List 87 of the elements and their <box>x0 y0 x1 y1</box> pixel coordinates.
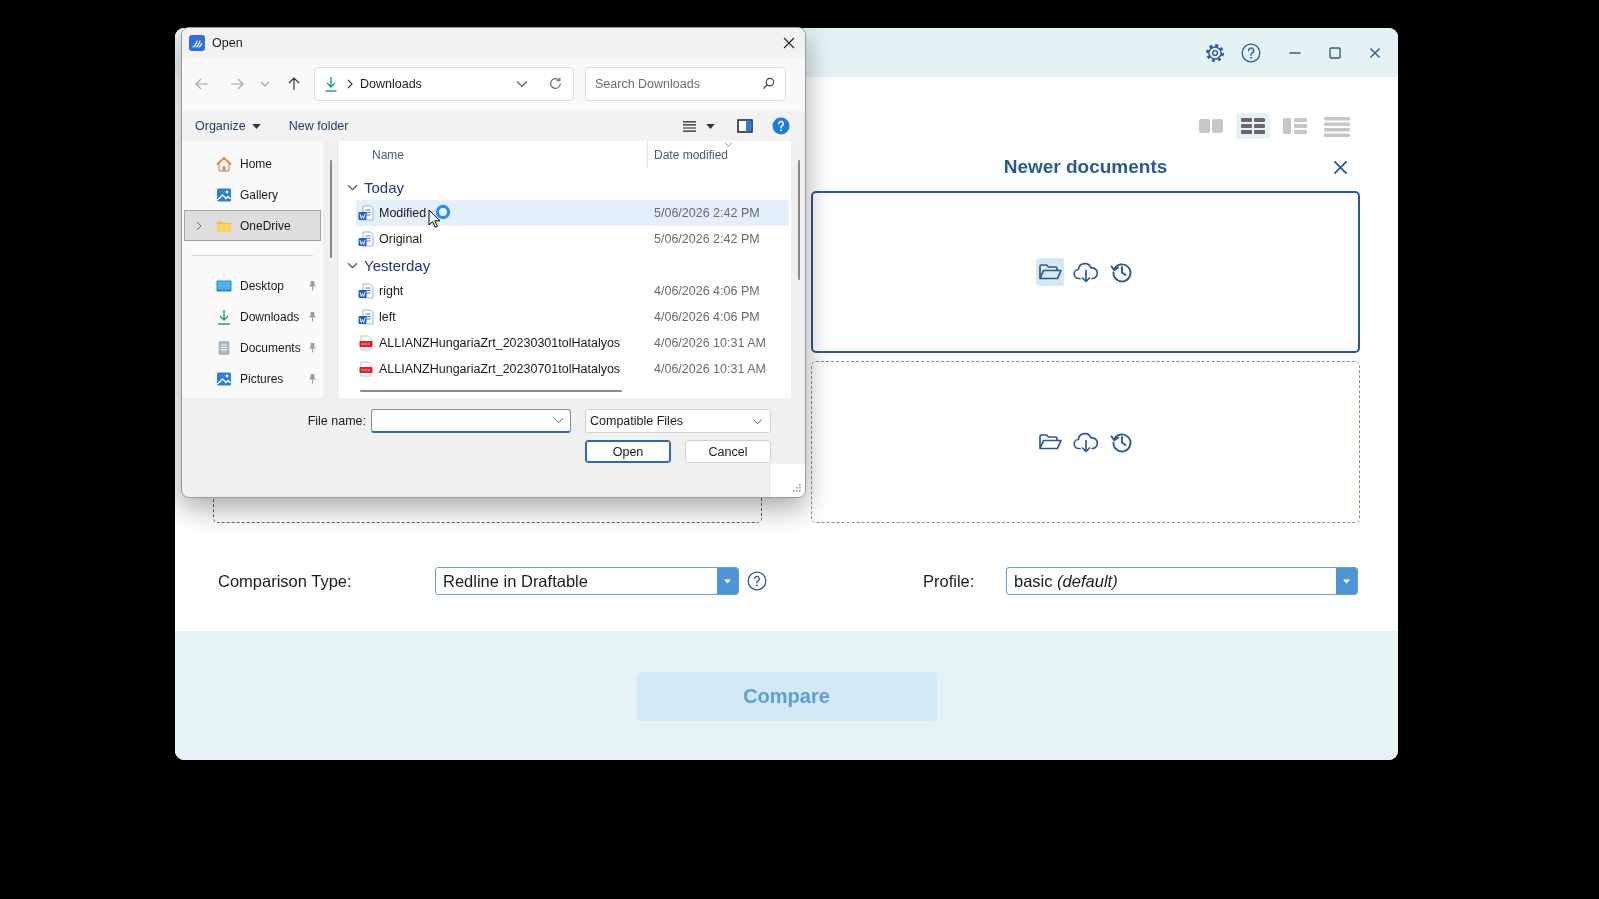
panel-title: Newer documents <box>1003 156 1168 178</box>
file-name: ALLIANZHungariaZrt_20230301tolHatalyos <box>379 336 621 350</box>
dialog-button[interactable]: Cancel <box>685 440 771 463</box>
pin-icon[interactable] <box>308 311 317 322</box>
group-header[interactable]: Yesterday <box>347 252 431 278</box>
organize-menu[interactable]: Organize <box>195 119 261 133</box>
location-text[interactable]: Downloads <box>360 76 422 91</box>
caret-icon <box>717 568 738 594</box>
file-row[interactable]: Modified 5/06/2026 2:42 PM <box>356 200 789 226</box>
file-date: 4/06/2026 4:06 PM <box>654 284 761 298</box>
pin-icon[interactable] <box>308 342 317 353</box>
file-date: 4/06/2026 4:06 PM <box>654 310 761 324</box>
picture-icon <box>216 370 232 387</box>
file-date: 5/06/2026 2:42 PM <box>654 206 761 220</box>
file-row[interactable]: left 4/06/2026 4:06 PM <box>356 304 789 330</box>
caret-icon[interactable] <box>706 123 715 129</box>
chevron-down-icon[interactable] <box>553 417 564 424</box>
file-name-field[interactable] <box>371 409 571 433</box>
search-icon <box>762 76 775 90</box>
file-row[interactable]: Original 5/06/2026 2:42 PM <box>356 226 789 252</box>
dialog-button[interactable]: Open <box>585 440 671 463</box>
close-icon[interactable] <box>1333 160 1348 175</box>
loading-ring-icon <box>435 204 451 220</box>
file-row[interactable]: ALLIANZHungariaZrt_20230301tolHatalyos 4/06/2026 10:31 AM <box>356 330 789 356</box>
column-header[interactable]: Date modified <box>654 141 729 169</box>
comparison-type-label: Comparison Type: <box>218 571 353 591</box>
file-date: 4/06/2026 10:31 AM <box>654 336 767 350</box>
sort-chevron-icon <box>724 142 733 147</box>
pin-icon[interactable] <box>308 280 317 291</box>
word-document-icon <box>358 205 374 221</box>
file-name: Modified <box>379 206 427 220</box>
file-name: Original <box>379 232 423 246</box>
mouse-pointer-icon <box>428 209 440 228</box>
document-icon <box>216 339 232 356</box>
refresh-icon[interactable] <box>548 76 563 91</box>
download-icon <box>216 308 232 325</box>
file-name: ALLIANZHungariaZrt_20230701tolHatalyos <box>379 362 621 376</box>
caret-icon <box>1336 568 1357 594</box>
picture-icon <box>216 186 232 203</box>
nav-item[interactable]: Pictures <box>184 363 321 394</box>
nav-item[interactable]: Downloads <box>184 301 321 332</box>
drop-zone[interactable] <box>811 191 1360 353</box>
column-header[interactable]: Name <box>372 141 648 169</box>
word-document-icon <box>358 309 374 325</box>
chevron-down-icon <box>752 417 763 425</box>
nav-item[interactable]: Gallery <box>184 179 321 210</box>
help-icon[interactable] <box>747 571 767 591</box>
address-bar[interactable]: Downloads <box>314 66 574 101</box>
file-type-dropdown[interactable]: Compatible Files <box>585 409 771 433</box>
pdf-document-icon <box>358 335 374 351</box>
nav-item[interactable]: Documents <box>184 332 321 363</box>
word-document-icon <box>358 283 374 299</box>
file-name-label: File name: <box>307 414 366 428</box>
close-icon[interactable] <box>782 36 796 50</box>
window-icon <box>189 35 205 51</box>
dialog-title: Open <box>212 36 243 50</box>
caret-icon <box>251 123 261 129</box>
comparison-type-dropdown[interactable]: Redline in Draftable <box>435 567 739 595</box>
nav-item[interactable]: Home <box>184 148 321 179</box>
profile-label: Profile: <box>923 571 976 591</box>
chevron-down-icon[interactable] <box>516 79 528 88</box>
search-field[interactable]: Search Downloads <box>585 66 786 101</box>
file-name: right <box>379 284 404 298</box>
file-name: left <box>379 310 396 324</box>
file-date: 4/06/2026 10:31 AM <box>654 362 767 376</box>
resize-grip-icon[interactable] <box>771 464 805 497</box>
profile-dropdown[interactable]: basic (default) <box>1006 567 1358 595</box>
folder-open-icon[interactable] <box>1035 258 1064 286</box>
layout-toggle-icon[interactable] <box>1236 113 1270 139</box>
help-icon[interactable] <box>772 117 790 135</box>
breadcrumb-chevron-icon <box>347 78 353 89</box>
pdf-document-icon <box>358 361 374 377</box>
nav-item[interactable]: OneDrive <box>184 210 321 241</box>
chevron-right-icon[interactable] <box>196 221 202 231</box>
pin-icon[interactable] <box>308 373 317 384</box>
house-icon <box>216 155 232 172</box>
group-header[interactable]: Today <box>347 174 405 200</box>
file-row[interactable]: right 4/06/2026 4:06 PM <box>356 278 789 304</box>
new-folder-button[interactable]: New folder <box>288 119 349 133</box>
nav-item[interactable]: Desktop <box>184 270 321 301</box>
up-arrow-icon[interactable] <box>288 76 300 91</box>
word-document-icon <box>358 231 374 247</box>
file-date: 5/06/2026 2:42 PM <box>654 232 761 246</box>
list-view-icon[interactable] <box>682 119 697 133</box>
file-row[interactable]: ALLIANZHungariaZrt_20230701tolHatalyos 4/06/2026 10:31 AM <box>356 356 789 382</box>
download-icon <box>324 75 338 92</box>
preview-pane-icon[interactable] <box>737 119 753 133</box>
